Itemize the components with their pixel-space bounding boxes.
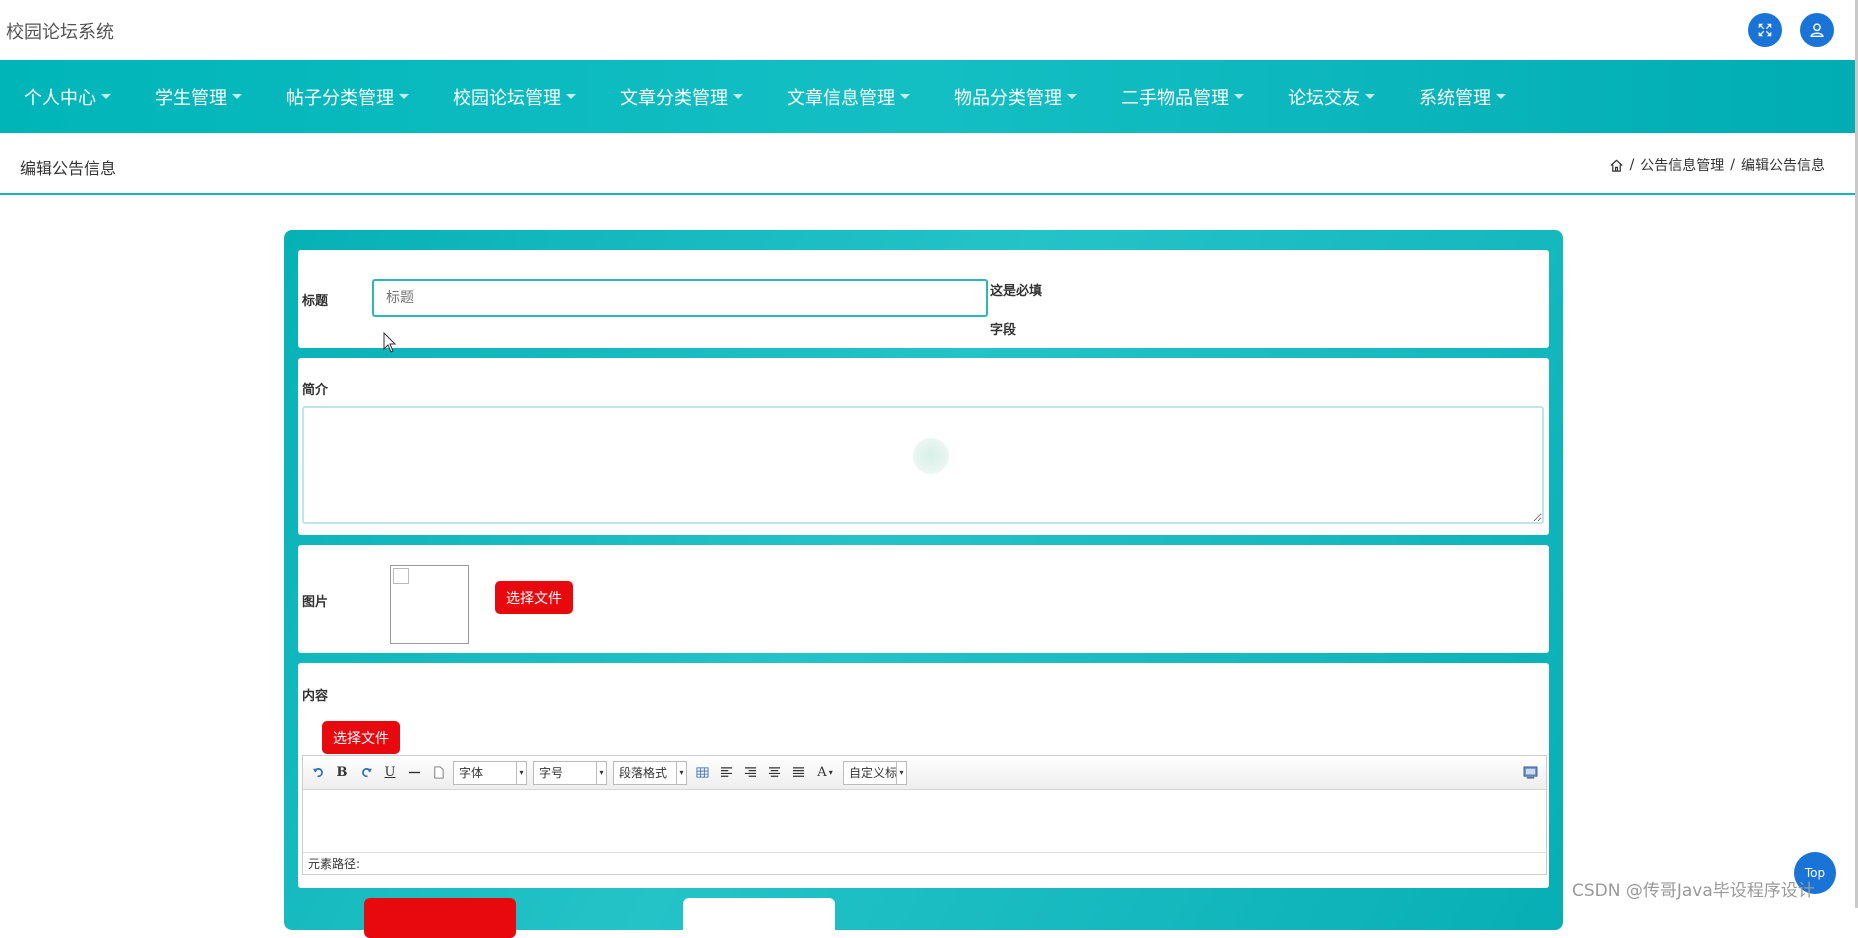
fullscreen-icon: [1758, 23, 1772, 37]
nav-item-item-categories[interactable]: 物品分类管理: [954, 84, 1077, 110]
nav-item-system[interactable]: 系统管理: [1419, 84, 1506, 110]
image-row: 图片 选择文件: [298, 545, 1549, 653]
nav-item-articles[interactable]: 文章信息管理: [787, 84, 910, 110]
page-header: 编辑公告信息 / 公告信息管理 / 编辑公告信息: [0, 133, 1855, 195]
rich-text-editor: B U 字体▾ 字号▾ 段落格式▾ A▾ 自定义标题▾ 元素路径:: [302, 755, 1547, 875]
image-preview: [390, 565, 469, 644]
table-icon[interactable]: [693, 764, 711, 782]
nav-label: 学生管理: [155, 87, 227, 109]
nav-label: 文章分类管理: [620, 87, 728, 109]
font-select[interactable]: 字体 ▾: [453, 760, 527, 785]
caret-down-icon: [1496, 94, 1506, 99]
page-title: 编辑公告信息: [20, 159, 117, 178]
broken-image-icon: [393, 568, 409, 584]
font-color-icon[interactable]: A ▾: [813, 764, 837, 782]
breadcrumb: / 公告信息管理 / 编辑公告信息: [1609, 155, 1825, 175]
home-icon[interactable]: [1609, 158, 1624, 173]
align-left-icon[interactable]: [717, 764, 735, 782]
font-select-value: 字体: [459, 766, 484, 780]
nav-item-post-categories[interactable]: 帖子分类管理: [286, 84, 409, 110]
nav-item-forum[interactable]: 校园论坛管理: [453, 84, 576, 110]
content-choose-file-button[interactable]: 选择文件: [322, 721, 400, 754]
caret-down-icon: [101, 94, 111, 99]
align-center-icon[interactable]: [765, 764, 783, 782]
breadcrumb-current: 编辑公告信息: [1741, 158, 1825, 174]
undo-icon[interactable]: [309, 764, 327, 782]
size-select[interactable]: 字号 ▾: [533, 760, 607, 785]
intro-row: 简介: [298, 358, 1549, 535]
required-hint: 这是必填字段: [990, 284, 1043, 338]
dropdown-arrow-icon: ▾: [676, 761, 686, 784]
paragraph-select-value: 段落格式: [619, 766, 668, 780]
nav-label: 校园论坛管理: [453, 87, 561, 109]
caret-down-icon: [733, 94, 743, 99]
nav-label: 文章信息管理: [787, 87, 895, 109]
nav-item-personal-center[interactable]: 个人中心: [24, 84, 111, 110]
redo-icon[interactable]: [357, 764, 375, 782]
nav-label: 帖子分类管理: [286, 87, 394, 109]
paragraph-select[interactable]: 段落格式 ▾: [613, 760, 687, 785]
caret-down-icon: [566, 94, 576, 99]
watermark: CSDN @传哥Java毕设程序设计: [1572, 881, 1815, 901]
intro-label: 简介: [302, 383, 329, 398]
custom-title-select[interactable]: 自定义标题▾: [843, 760, 907, 785]
main-nav: 个人中心 学生管理 帖子分类管理 校园论坛管理 文章分类管理 文章信息管理 物品…: [0, 60, 1855, 133]
nav-label: 物品分类管理: [954, 87, 1062, 109]
dropdown-arrow-icon: ▾: [896, 761, 906, 784]
caret-down-icon: [900, 94, 910, 99]
mouse-cursor-icon: [383, 332, 397, 353]
nav-label: 二手物品管理: [1121, 87, 1229, 109]
bold-icon[interactable]: B: [333, 764, 351, 782]
title-row: 标题 这是必填字段: [298, 250, 1549, 348]
caret-down-icon: [1234, 94, 1244, 99]
nav-label: 个人中心: [24, 87, 96, 109]
caret-down-icon: [399, 94, 409, 99]
breadcrumb-section[interactable]: 公告信息管理: [1640, 155, 1724, 175]
nav-item-article-categories[interactable]: 文章分类管理: [620, 84, 743, 110]
editor-toolbar: B U 字体▾ 字号▾ 段落格式▾ A▾ 自定义标题▾: [303, 756, 1546, 790]
dropdown-arrow-icon: ▾: [596, 761, 606, 784]
title-label: 标题: [302, 294, 329, 309]
breadcrumb-sep: /: [1730, 157, 1735, 173]
dropdown-arrow-icon: ▾: [516, 761, 526, 784]
caret-down-icon: [1067, 94, 1077, 99]
image-label: 图片: [302, 595, 329, 610]
content-row: 内容 选择文件 B U 字体▾ 字号▾ 段落格式▾ A▾ 自定义标题▾: [298, 663, 1549, 888]
top-bar: 校园论坛系统: [0, 0, 1858, 60]
submit-button[interactable]: [364, 898, 516, 938]
nav-item-students[interactable]: 学生管理: [155, 84, 242, 110]
user-button[interactable]: [1800, 13, 1834, 47]
content-label: 内容: [302, 689, 329, 704]
fullscreen-button[interactable]: [1748, 13, 1782, 47]
nav-label: 论坛交友: [1288, 87, 1360, 109]
user-icon: [1810, 23, 1824, 38]
caret-down-icon: [1365, 94, 1375, 99]
underline-icon[interactable]: U: [381, 764, 399, 782]
custom-title-value: 自定义标题: [849, 766, 897, 780]
choose-image-button[interactable]: 选择文件: [495, 581, 573, 614]
cancel-button[interactable]: [683, 898, 835, 938]
align-right-icon[interactable]: [741, 764, 759, 782]
title-input[interactable]: [372, 279, 988, 317]
caret-down-icon: [232, 94, 242, 99]
nav-item-forum-friends[interactable]: 论坛交友: [1288, 84, 1375, 110]
app-title: 校园论坛系统: [6, 22, 114, 43]
page-icon[interactable]: [429, 764, 447, 782]
size-select-value: 字号: [539, 766, 564, 780]
breadcrumb-sep: /: [1629, 157, 1635, 173]
nav-label: 系统管理: [1419, 87, 1491, 109]
form-container: 标题 这是必填字段 简介 图片 选择文件 内容 选择文件 B U 字体 ▾ 字号 ▾: [284, 230, 1563, 938]
editor-statusbar: 元素路径:: [303, 852, 1546, 874]
align-justify-icon[interactable]: [789, 764, 807, 782]
editor-body[interactable]: [303, 790, 1546, 852]
horizontal-rule-icon[interactable]: [405, 764, 423, 782]
nav-item-secondhand[interactable]: 二手物品管理: [1121, 84, 1244, 110]
loading-spinner-icon: [913, 438, 949, 474]
source-code-icon[interactable]: [1523, 764, 1538, 783]
